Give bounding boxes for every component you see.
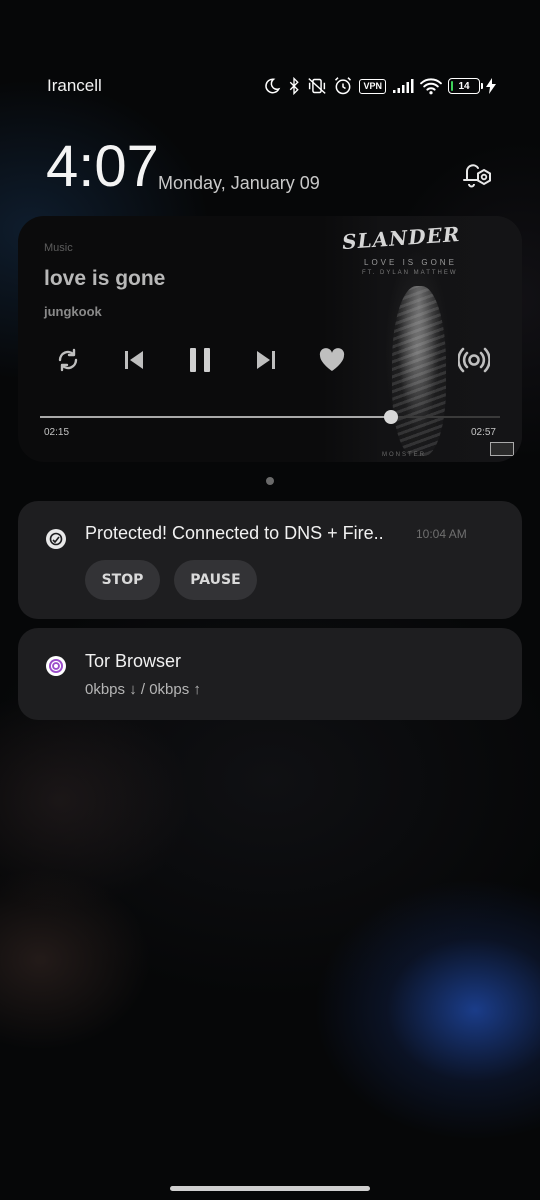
next-track-button[interactable] [248, 342, 284, 378]
battery-fill [451, 81, 454, 91]
signal-icon [392, 78, 414, 94]
album-art: SLANDER LOVE IS GONE FT. DYLAN MATTHEW M… [322, 216, 522, 462]
page-indicator-dot [266, 477, 274, 485]
battery-level: 14 [458, 80, 470, 92]
lockscreen-clock-row: 4:07 Monday, January 09 [46, 138, 506, 198]
notification-title: Protected! Connected to DNS + Fire.. [85, 523, 384, 543]
notification-dns-firewall[interactable]: Protected! Connected to DNS + Fire.. 10:… [18, 501, 522, 619]
clock-date: Monday, January 09 [158, 173, 320, 193]
mute-vibrate-icon [307, 77, 327, 95]
vpn-icon: VPN [359, 78, 386, 94]
current-time: 02:15 [44, 427, 70, 438]
shield-icon [46, 529, 66, 549]
repeat-button[interactable] [50, 342, 86, 378]
status-bar: Irancell VPN 14 [0, 70, 540, 102]
favorite-heart-button[interactable] [314, 342, 350, 378]
media-controls [18, 342, 522, 378]
charging-icon [486, 78, 496, 94]
pause-vpn-button[interactable]: PAUSE [174, 560, 257, 600]
media-app-name: Music [44, 242, 73, 254]
notification-title: Tor Browser [85, 651, 182, 671]
status-icons: VPN 14 [263, 74, 496, 98]
cast-output-button[interactable] [456, 342, 492, 378]
wifi-icon [420, 77, 442, 95]
tor-onion-icon [46, 656, 66, 676]
stop-button[interactable]: STOP [85, 560, 160, 600]
moon-icon [263, 77, 281, 95]
notification-tor-browser[interactable]: Tor Browser 0kbps ↓ / 0kbps ↑ [18, 628, 522, 720]
album-art-title: LOVE IS GONE [364, 258, 457, 267]
pause-button[interactable] [182, 342, 218, 378]
album-art-brand: SLANDER [341, 221, 462, 255]
home-indicator[interactable] [170, 1186, 370, 1191]
seek-bar-fill [40, 416, 391, 418]
media-player-card[interactable]: SLANDER LOVE IS GONE FT. DYLAN MATTHEW M… [18, 216, 522, 462]
artist-name: jungkook [44, 304, 102, 319]
carrier-name: Irancell [47, 76, 102, 95]
battery-icon: 14 [448, 78, 483, 94]
previous-track-button[interactable] [116, 342, 152, 378]
seek-bar-thumb[interactable] [383, 410, 398, 424]
alarm-icon [333, 76, 353, 96]
total-time: 02:57 [470, 427, 496, 438]
notification-subtitle: 0kbps ↓ / 0kbps ↑ [85, 681, 201, 698]
notification-settings-icon[interactable] [458, 158, 494, 195]
album-art-featuring: FT. DYLAN MATTHEW [362, 270, 458, 276]
album-art-footer: MONSTER [382, 452, 426, 458]
album-art-stamp [490, 442, 514, 456]
notification-time: 10:04 AM [416, 527, 467, 541]
clock-time: 4:07 [46, 134, 159, 199]
bluetooth-icon [287, 77, 301, 95]
song-title: love is gone [44, 267, 166, 290]
seek-bar[interactable] [40, 410, 500, 424]
